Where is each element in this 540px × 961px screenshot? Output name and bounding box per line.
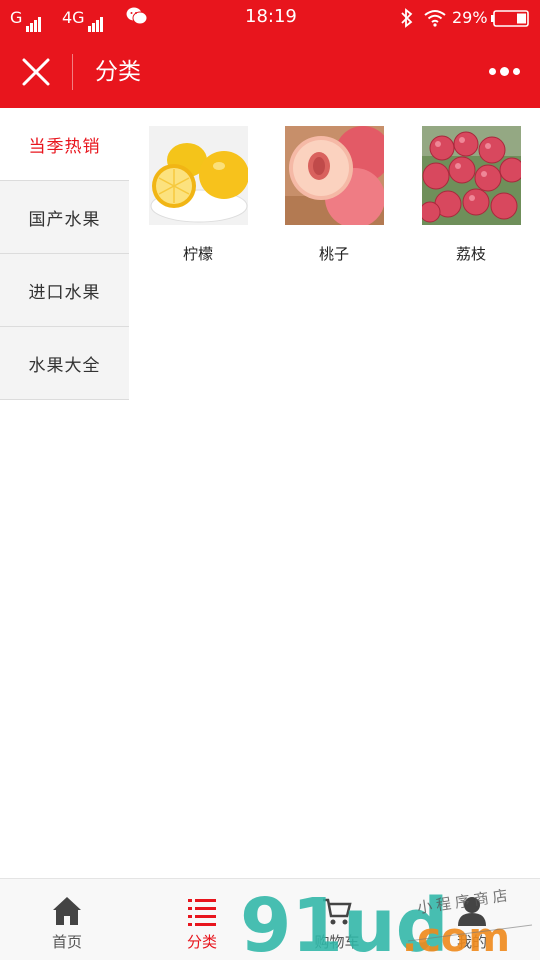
- cart-icon: [323, 898, 352, 925]
- nav-divider: [72, 54, 73, 90]
- tab-category[interactable]: 分类: [147, 879, 257, 961]
- product-name: 柠檬: [182, 245, 213, 263]
- tab-mine[interactable]: 我的: [417, 879, 527, 961]
- more-icon: [489, 68, 496, 75]
- close-button[interactable]: [18, 56, 54, 88]
- navigation-bar: 分类: [0, 36, 540, 108]
- network-label: 4G: [62, 8, 85, 27]
- wechat-icon: [126, 6, 148, 31]
- tab-home[interactable]: 首页: [12, 879, 122, 961]
- sidebar-item-imported[interactable]: 进口水果: [0, 254, 129, 327]
- status-bar: G 4G 18:19 29%: [0, 0, 540, 36]
- tab-label: 购物车: [314, 933, 360, 951]
- tab-label: 分类: [186, 933, 217, 951]
- product-card-lemon[interactable]: 柠檬: [143, 126, 253, 264]
- lychee-image: [421, 126, 521, 225]
- lemon-image: [148, 126, 248, 225]
- sidebar-item-domestic[interactable]: 国产水果: [0, 181, 129, 254]
- user-icon: [458, 897, 486, 926]
- peach-image: [284, 126, 384, 225]
- more-icon-dot: [513, 68, 520, 75]
- product-card-peach[interactable]: 桃子: [279, 126, 389, 264]
- home-icon: [53, 897, 81, 925]
- carrier-label: G: [10, 8, 23, 27]
- clock: 18:19: [245, 6, 297, 27]
- more-button[interactable]: [484, 62, 524, 82]
- product-card-lychee[interactable]: 荔枝: [416, 126, 526, 264]
- page-title: 分类: [95, 59, 141, 85]
- bluetooth-icon: [400, 8, 414, 33]
- tab-label: 我的: [456, 933, 487, 951]
- signal-icon: [26, 12, 42, 32]
- tab-cart[interactable]: 购物车: [282, 879, 392, 961]
- battery-percent: 29%: [452, 8, 488, 27]
- product-name: 荔枝: [455, 245, 486, 263]
- sidebar-item-all[interactable]: 水果大全: [0, 327, 129, 400]
- wifi-icon: [424, 9, 446, 32]
- sidebar-item-seasonal[interactable]: 当季热销: [0, 108, 129, 181]
- battery-icon: [491, 10, 531, 33]
- more-icon-dot: [500, 67, 509, 76]
- bottom-tab-bar: 首页 分类 购物车 我的: [0, 878, 540, 960]
- list-icon: [188, 899, 216, 926]
- category-sidebar: 当季热销 国产水果 进口水果 水果大全: [0, 108, 129, 400]
- signal-icon-2: [88, 12, 104, 32]
- close-icon: [22, 58, 50, 86]
- product-name: 桃子: [318, 245, 349, 263]
- tab-label: 首页: [51, 933, 82, 951]
